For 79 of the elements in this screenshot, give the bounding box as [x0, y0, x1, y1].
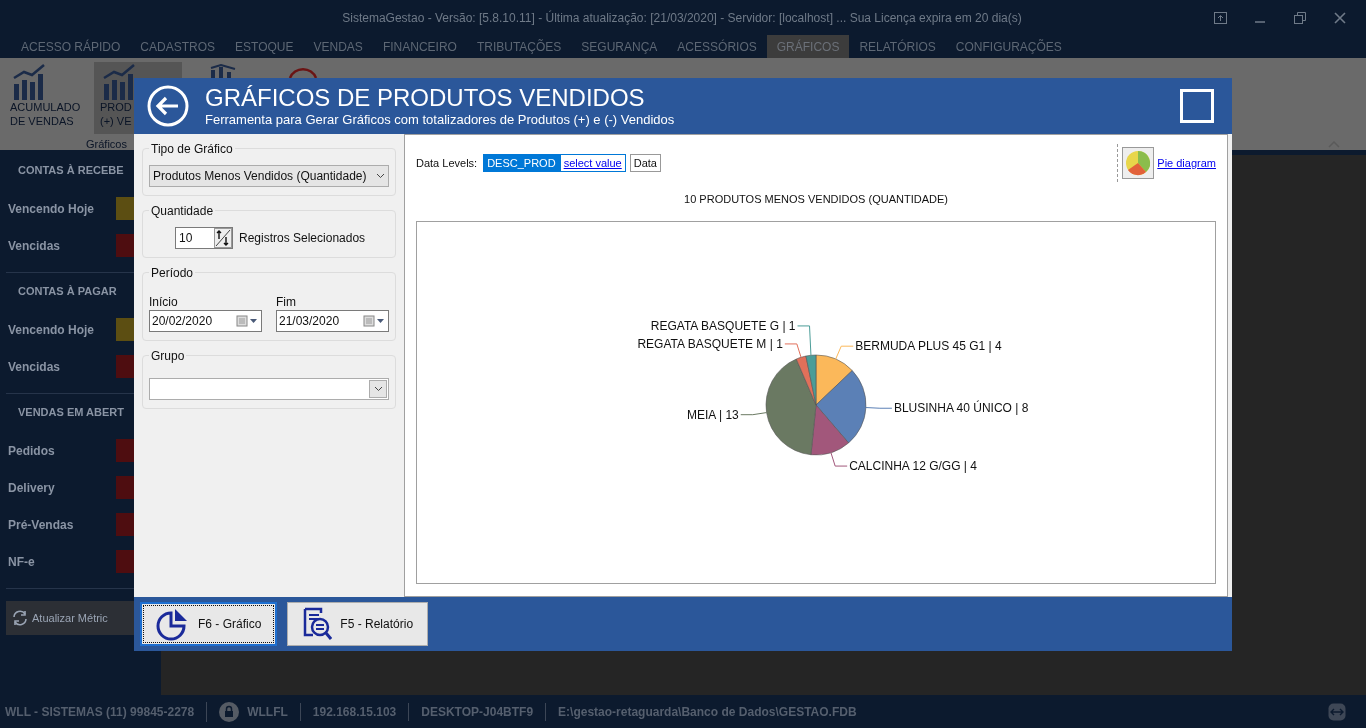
- metric-label: Pedidos: [7, 442, 56, 460]
- field-label: Fim: [276, 295, 297, 310]
- dialog-subtitle: Ferramenta para Gerar Gráficos com totalizadores de Produtos (+) e (-) Vendidos: [205, 112, 676, 128]
- slice-label: CALCINHA 12 G/GG | 4: [849, 459, 977, 474]
- window-title: SistemaGestao - Versão: [5.8.10.11] - Última atualização: [21/03/2020] - Servidor: [localhost] ... Sua Licença expira em 20 dia(s): [341, 9, 1023, 27]
- field-label: Início: [149, 295, 179, 310]
- slice-label: MEIA | 13: [686, 407, 739, 422]
- chart-button[interactable]: F6 - Gráfico: [140, 602, 278, 646]
- pie-chart-icon: [156, 607, 190, 641]
- menu-tab[interactable]: SEGURANÇA: [571, 35, 668, 58]
- ribbon-label: PROD: [100, 100, 132, 114]
- data-level-chip[interactable]: DESC_PROD: [483, 154, 560, 172]
- refresh-icon: [12, 610, 28, 626]
- pie-chart-icon[interactable]: [1122, 147, 1155, 179]
- leader-line: [740, 412, 768, 416]
- status-text: E:\gestao-retaguarda\Banco de Dados\GESTAO.FDB: [558, 703, 857, 721]
- maximize-button[interactable]: [1180, 89, 1214, 123]
- menu-tab[interactable]: CADASTROS: [130, 35, 226, 58]
- report-search-icon: [302, 607, 333, 641]
- tray-icon[interactable]: [1214, 11, 1227, 24]
- leader-line: [865, 407, 893, 409]
- section-heading: CONTAS À RECEBE: [17, 163, 125, 178]
- metric-label: Delivery: [7, 479, 56, 497]
- ribbon-group-label: Gráficos: [86, 137, 127, 152]
- calendar-dropdown-icon: [363, 315, 385, 327]
- date-field[interactable]: 20/02/2020: [149, 310, 262, 332]
- chevron-down-icon: [376, 173, 385, 179]
- ribbon-label: ACUMULADO: [10, 100, 81, 114]
- data-levels-label: Data Levels:: [416, 155, 478, 171]
- chart-icon: [209, 64, 237, 78]
- menu-tab[interactable]: ESTOQUE: [225, 35, 304, 58]
- remote-access-icon[interactable]: [1328, 702, 1346, 721]
- status-text: WLL - SISTEMAS (11) 99845-2278: [5, 703, 195, 721]
- slice-label: REGATA BASQUETE G | 1: [650, 318, 796, 333]
- menu-tab[interactable]: GRÁFICOS: [766, 35, 850, 58]
- ribbon-button[interactable]: ACUMULADO DE VENDAS: [4, 62, 92, 134]
- section-heading: VENDAS EM ABERT: [17, 405, 125, 420]
- group-dropdown[interactable]: [149, 378, 389, 400]
- date-field[interactable]: 21/03/2020: [276, 310, 389, 332]
- report-button[interactable]: F5 - Relatório: [287, 602, 429, 646]
- restore-icon[interactable]: [1294, 11, 1306, 24]
- status-text: 192.168.15.103: [312, 703, 397, 721]
- leader-line: [835, 345, 854, 360]
- leader-line: [830, 452, 848, 467]
- close-icon[interactable]: [1334, 11, 1346, 24]
- back-icon[interactable]: [147, 85, 189, 127]
- select-value-link[interactable]: select value: [559, 154, 626, 172]
- menu-tab[interactable]: VENDAS: [303, 35, 373, 58]
- menu-tab[interactable]: ACESSÓRIOS: [667, 35, 767, 58]
- chart-type-dropdown[interactable]: Produtos Menos Vendidos (Quantidade): [149, 165, 389, 187]
- quantity-spin-field[interactable]: 10: [175, 227, 233, 249]
- metric-label: Vencidas: [7, 237, 62, 255]
- metric-label: Pré-Vendas: [7, 516, 75, 534]
- quantity-suffix: Registros Selecionados: [239, 230, 366, 247]
- status-text: WLLFL: [247, 703, 288, 721]
- ribbon-label: DE VENDAS: [10, 114, 74, 128]
- metric-label: NF-e: [7, 553, 36, 571]
- dialog-title: GRÁFICOS DE PRODUTOS VENDIDOS: [205, 84, 646, 112]
- menu-tab[interactable]: ACESSO RÁPIDO: [11, 35, 131, 58]
- data-level-box: Data: [629, 154, 661, 172]
- chart-title: 10 PRODUTOS MENOS VENDIDOS (QUANTIDADE): [683, 192, 949, 207]
- metric-label: Vencidas: [7, 358, 62, 376]
- menu-tab[interactable]: RELATÓRIOS: [849, 35, 946, 58]
- status-text: DESKTOP-J04BTF9: [421, 703, 534, 721]
- menu-tab[interactable]: TRIBUTAÇÕES: [466, 35, 572, 58]
- metric-label: Vencendo Hoje: [7, 321, 96, 339]
- slice-label: REGATA BASQUETE M | 1: [637, 336, 783, 351]
- pie-diagram-link[interactable]: Pie diagram: [1157, 154, 1216, 172]
- ribbon-label: (+) VE: [100, 114, 132, 128]
- lock-icon: [219, 701, 240, 722]
- chevron-down-icon: [373, 386, 383, 392]
- calendar-dropdown-icon: [236, 315, 258, 327]
- slice-label: BLUSINHA 40 ÚNICO | 8: [893, 401, 1029, 416]
- menu-tab[interactable]: FINANCEIRO: [372, 35, 467, 58]
- metric-label: Vencendo Hoje: [7, 200, 96, 218]
- slice-label: BERMUDA PLUS 45 G1 | 4: [855, 339, 1002, 354]
- menu-tab[interactable]: CONFIGURAÇÕES: [945, 35, 1072, 58]
- spin-arrows-icon: [214, 228, 232, 248]
- refresh-button[interactable]: Atualizar Métric: [6, 601, 134, 635]
